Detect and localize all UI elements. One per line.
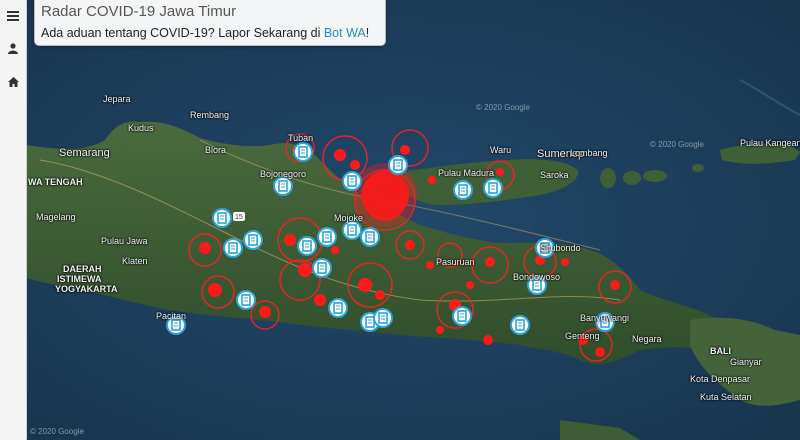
hospital-icon[interactable] xyxy=(212,208,232,228)
place-label-kuta-selatan: Kuta Selatan xyxy=(700,392,752,402)
place-label-istimewa: ISTIMEWA xyxy=(57,274,102,284)
place-label-daerah: DAERAH xyxy=(63,264,102,274)
hospital-icon[interactable] xyxy=(273,176,293,196)
hospital-icon[interactable] xyxy=(236,290,256,310)
place-label-magelang: Magelang xyxy=(36,212,76,222)
case-dot[interactable] xyxy=(595,347,605,357)
place-label-negara: Negara xyxy=(632,334,662,344)
hospital-icon[interactable] xyxy=(388,155,408,175)
case-dot[interactable] xyxy=(284,234,296,246)
case-dot[interactable] xyxy=(375,290,385,300)
case-dot[interactable] xyxy=(428,176,436,184)
bot-wa-link[interactable]: Bot WA xyxy=(324,26,366,40)
place-label-kudus: Kudus xyxy=(128,123,154,133)
place-label-pulau-kangean: Pulau Kangean xyxy=(740,138,800,148)
place-label-bojonegoro: Bojonegoro xyxy=(260,169,307,179)
place-label-gianyar: Gianyar xyxy=(730,357,762,367)
case-dot[interactable] xyxy=(561,258,569,266)
home-button[interactable] xyxy=(3,72,23,92)
info-panel: Radar COVID-19 Jawa Timur Ada aduan tent… xyxy=(34,0,386,46)
hospital-icon[interactable] xyxy=(223,238,243,258)
island xyxy=(600,168,616,188)
hospital-icon[interactable] xyxy=(312,258,332,278)
map-watermark: © 2020 Google xyxy=(650,140,704,149)
info-title: Radar COVID-19 Jawa Timur xyxy=(41,3,237,20)
info-subtitle: Ada aduan tentang COVID-19? Lapor Sekara… xyxy=(41,26,369,40)
place-label-kota-denpasar: Kota Denpasar xyxy=(690,374,751,384)
case-dot[interactable] xyxy=(436,326,444,334)
place-label-bali: BALI xyxy=(710,346,731,356)
island xyxy=(643,170,667,182)
case-dot[interactable] xyxy=(259,306,271,318)
info-subtitle-suffix: ! xyxy=(365,26,370,40)
hospital-icon[interactable] xyxy=(297,236,317,256)
place-label-genteng: Genteng xyxy=(565,331,600,341)
place-label-klaten: Klaten xyxy=(122,256,148,266)
map-canvas[interactable]: © 2020 Google © 2020 Google © 2020 Googl… xyxy=(0,0,800,440)
hospital-icon[interactable] xyxy=(243,230,263,250)
case-dot[interactable] xyxy=(466,281,474,289)
case-dot[interactable] xyxy=(405,240,415,250)
map-watermark: © 2020 Google xyxy=(30,427,84,436)
case-dot[interactable] xyxy=(426,261,434,269)
road-shield-number: 15 xyxy=(235,214,243,221)
place-label-jepara: Jepara xyxy=(103,94,131,104)
place-label-tuban: Tuban xyxy=(288,133,314,143)
place-label-saroka: Saroka xyxy=(540,170,569,180)
island xyxy=(623,171,641,185)
place-label-jawa-tengah: WA TENGAH xyxy=(28,177,83,187)
user-button[interactable] xyxy=(3,38,23,58)
menu-button[interactable] xyxy=(3,6,23,26)
menu-icon xyxy=(7,11,19,21)
hospital-icon[interactable] xyxy=(342,171,362,191)
sidebar xyxy=(0,0,27,440)
place-label-waru: Waru xyxy=(490,145,512,155)
hospital-icon[interactable] xyxy=(453,180,473,200)
hospital-icon[interactable] xyxy=(373,308,393,328)
info-subtitle-text: Ada aduan tentang COVID-19? Lapor Sekara… xyxy=(41,26,324,40)
place-label-banyuwangi: Banyuwangi xyxy=(580,313,630,323)
case-dot[interactable] xyxy=(298,263,312,277)
case-dot[interactable] xyxy=(496,168,504,176)
hospital-icon[interactable] xyxy=(342,220,362,240)
case-dot[interactable] xyxy=(400,145,410,155)
place-label-semarang: Semarang xyxy=(59,147,110,159)
hospital-icon[interactable] xyxy=(510,315,530,335)
case-dot[interactable] xyxy=(358,278,372,292)
hospital-icon[interactable] xyxy=(293,142,313,162)
place-label-pacitan: Pacitan xyxy=(156,311,187,321)
case-dot[interactable] xyxy=(314,294,326,306)
place-label-mojoke: Mojoke xyxy=(334,213,364,223)
place-label-pulau-madura: Pulau Madura xyxy=(438,168,495,178)
place-label-pulau-jawa: Pulau Jawa xyxy=(101,236,148,246)
case-dot[interactable] xyxy=(331,246,339,254)
case-dot[interactable] xyxy=(208,283,222,297)
place-label-bondowoso: Bondowoso xyxy=(513,272,561,282)
place-label-rembang: Rembang xyxy=(190,110,230,120)
hospital-icon[interactable] xyxy=(317,227,337,247)
case-dot[interactable] xyxy=(483,335,493,345)
place-label-blora: Blora xyxy=(205,145,227,155)
island xyxy=(692,164,704,172)
map-watermark: © 2020 Google xyxy=(476,103,530,112)
place-label-pasuruan: Pasuruan xyxy=(436,257,475,267)
home-icon xyxy=(7,77,19,87)
hospital-icon[interactable] xyxy=(483,178,503,198)
place-label-yogyakarta: YOGYAKARTA xyxy=(55,284,118,294)
case-dot[interactable] xyxy=(610,280,620,290)
place-label-situbondo: Situbondo xyxy=(540,243,581,253)
case-dot[interactable] xyxy=(485,257,495,267)
case-dot[interactable] xyxy=(334,149,346,161)
hospital-icon[interactable] xyxy=(360,227,380,247)
user-icon xyxy=(8,42,18,54)
hospital-icon[interactable] xyxy=(452,306,472,326)
case-dot[interactable] xyxy=(199,242,211,254)
hospital-icon[interactable] xyxy=(328,298,348,318)
place-label-lombang: Lombang xyxy=(570,148,608,158)
case-dot[interactable] xyxy=(350,160,360,170)
